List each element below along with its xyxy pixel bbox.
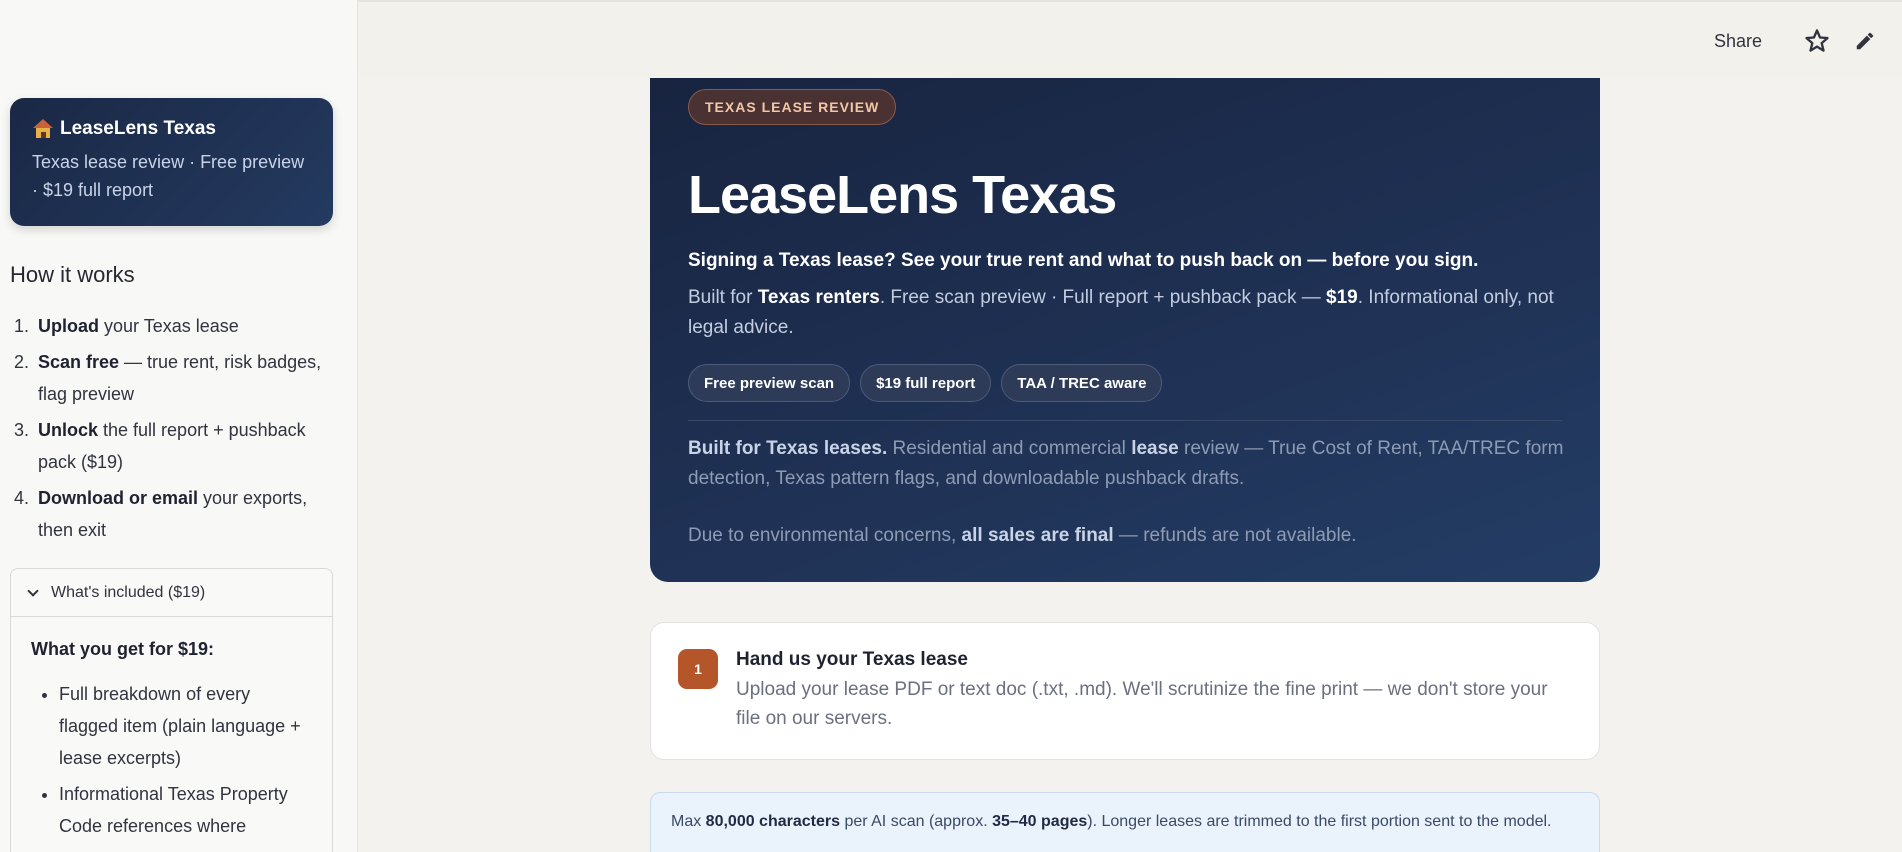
- brand-title: LeaseLens Texas: [60, 118, 216, 139]
- list-item: Full breakdown of every flagged item (pl…: [59, 678, 312, 774]
- brand-card: LeaseLens Texas Texas lease review · Fre…: [10, 98, 333, 226]
- pencil-icon[interactable]: [1854, 30, 1876, 52]
- refund-notice: Due to environmental concerns, all sales…: [688, 525, 1357, 546]
- list-item: 2. Scan free — true rent, risk badges, fl…: [14, 352, 322, 404]
- chip-free-preview: Free preview scan: [688, 364, 851, 402]
- chip-taa-trec: TAA / TREC aware: [1001, 364, 1163, 402]
- hero-tagline: Signing a Texas lease? See your true ren…: [688, 250, 1479, 271]
- expander-body: What you get for $19: Full breakdown of …: [11, 617, 332, 852]
- page-title: LeaseLens Texas: [688, 165, 1117, 225]
- hero-badge: TEXAS LEASE REVIEW: [688, 89, 897, 125]
- upload-step-card: 1 Hand us your Texas lease Upload your l…: [650, 622, 1600, 760]
- sidebar: LeaseLens Texas Texas lease review · Fre…: [0, 0, 358, 852]
- house-icon: [32, 119, 54, 139]
- hero-card: TEXAS LEASE REVIEW LeaseLens Texas Signi…: [650, 78, 1600, 582]
- star-icon[interactable]: [1803, 27, 1831, 55]
- hero-about-text: Built for Texas leases. Residential and …: [688, 438, 1564, 489]
- scan-limit-info: Max 80,000 characters per AI scan (appro…: [650, 792, 1600, 852]
- how-it-works-list: 1. Upload your Texas lease 2. Scan free — …: [10, 310, 330, 550]
- how-it-works-heading: How it works: [10, 262, 135, 287]
- top-toolbar: Share: [358, 0, 1902, 78]
- chip-full-report: $19 full report: [860, 364, 992, 402]
- step-number-badge: 1: [678, 649, 718, 689]
- whats-included-expander: What's included ($19) What you get for $…: [10, 568, 333, 852]
- list-item: Informational Texas Property Code refere…: [59, 778, 312, 842]
- brand-title-row: LeaseLens Texas: [32, 118, 311, 140]
- feature-chips: Free preview scan $19 full report TAA / …: [688, 364, 1163, 402]
- share-button[interactable]: Share: [1714, 31, 1762, 52]
- whats-included-toggle[interactable]: What's included ($19): [11, 569, 332, 617]
- divider: [688, 420, 1562, 421]
- expander-label: What's included ($19): [51, 583, 206, 601]
- hero-description: Built for Texas renters. Free scan previ…: [688, 287, 1554, 338]
- included-list: Full breakdown of every flagged item (pl…: [31, 678, 312, 842]
- expander-lead: What you get for $19:: [31, 639, 215, 659]
- list-item: 4. Download or email your exports, then e…: [14, 488, 308, 540]
- list-item: 3. Unlock the full report + pushback pack…: [14, 420, 306, 472]
- list-item: 1. Upload your Texas lease: [14, 316, 239, 336]
- step-title: Hand us your Texas lease: [736, 649, 968, 670]
- brand-subtitle: Texas lease review · Free preview · $19 …: [32, 152, 305, 200]
- step-description: Upload your lease PDF or text doc (.txt,…: [736, 679, 1548, 729]
- chevron-down-icon: [27, 584, 39, 597]
